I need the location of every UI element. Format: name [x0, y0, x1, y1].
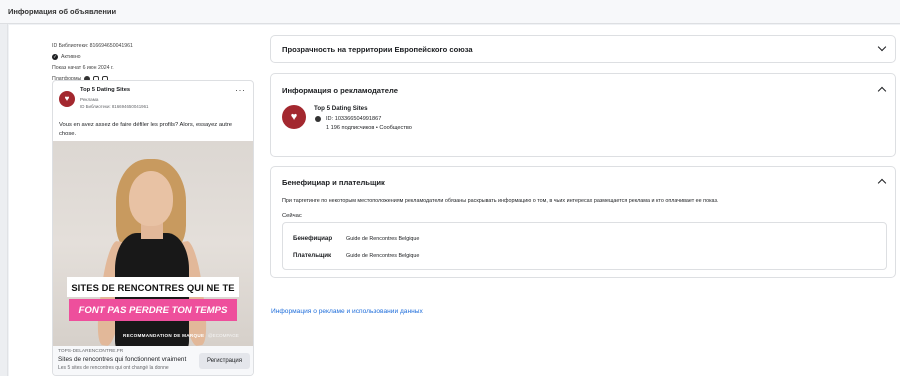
current-label: Сейчас [282, 213, 302, 219]
more-options-icon[interactable]: ··· [235, 85, 246, 95]
signup-button[interactable]: Регистрация [199, 353, 250, 369]
dialog-title: Информация об объявлении [8, 7, 117, 16]
payer-value: Guide de Rencontres Belgique [346, 253, 420, 259]
page-avatar[interactable]: ♥ [59, 91, 75, 107]
ad-headline[interactable]: Sites de rencontres qui fonctionnent vra… [58, 356, 186, 363]
beneficiary-payer-title[interactable]: Бенефициар и плательщик [282, 178, 385, 187]
advertiser-id: ID: 103366504991867 [326, 116, 382, 122]
ad-preview-card: ♥ Top 5 Dating Sites Реклама ID Библиоте… [52, 80, 254, 376]
chevron-up-icon[interactable] [877, 86, 887, 96]
eu-transparency-panel[interactable]: Прозрачность на территории Европейского … [270, 35, 896, 63]
ad-library-id: ID Библиотеки: 816694650041961 [80, 104, 149, 109]
beneficiary-details-box: Бенефициар Guide de Rencontres Belgique … [282, 222, 887, 270]
beneficiary-payer-panel: Бенефициар и плательщик При таргетинге п… [270, 166, 896, 278]
ad-description: Les 5 sites de rencontres qui ont changé… [58, 365, 169, 371]
start-date-text: Показ начат 6 июн 2024 г. [52, 64, 114, 71]
ad-creative-image: SITES DE RENCONTRES QUI NE TE FONT PAS P… [53, 141, 253, 346]
chevron-up-icon[interactable] [877, 178, 887, 188]
chevron-down-icon[interactable] [877, 42, 887, 52]
beneficiary-value: Guide de Rencontres Belgique [346, 236, 420, 242]
status-row: ✓ Активно [52, 51, 262, 62]
facebook-icon [315, 116, 321, 122]
page-name[interactable]: Top 5 Dating Sites [80, 87, 130, 93]
heart-logo-icon: ♥ [64, 94, 70, 103]
start-date: Показ начат 6 июн 2024 г. [52, 62, 262, 73]
ad-data-info-link[interactable]: Информация о рекламе и использовании дан… [271, 308, 423, 315]
advertiser-info-panel: Информация о рекламодателе ♥ Top 5 Datin… [270, 73, 896, 157]
creative-watermark: RECOMMANDATION DE MARQUE [123, 333, 205, 338]
status-text: Активно [61, 53, 81, 60]
ad-link-footer[interactable]: TOPS-DELARENCONTRE.FR Sites de rencontre… [53, 346, 253, 375]
advertiser-subscribers: 1 196 подписчиков • Сообщество [326, 125, 412, 131]
ad-domain: TOPS-DELARENCONTRE.FR [58, 349, 124, 354]
creative-banner-line1: SITES DE RENCONTRES QUI NE TE [67, 277, 239, 297]
beneficiary-label: Бенефициар [293, 235, 333, 242]
sponsored-label: Реклама [80, 97, 99, 102]
creative-watermark-handle: @ECOMPAGE [208, 333, 239, 338]
payer-label: Плательщик [293, 252, 332, 259]
beneficiary-note: При таргетинге по некоторым местоположен… [282, 198, 719, 204]
eu-transparency-title[interactable]: Прозрачность на территории Европейского … [282, 45, 473, 54]
check-icon: ✓ [52, 53, 58, 60]
library-id: ID Библиотеки: 816694650041961 [52, 40, 262, 51]
advertiser-avatar[interactable]: ♥ [282, 105, 306, 129]
advertiser-info-title[interactable]: Информация о рекламодателе [282, 86, 398, 95]
dialog-header: Информация об объявлении [0, 0, 900, 24]
heart-logo-icon: ♥ [290, 110, 298, 123]
advertiser-name[interactable]: Top 5 Dating Sites [314, 105, 368, 112]
model-face [129, 171, 173, 226]
library-id-text: ID Библиотеки: 816694650041961 [52, 42, 133, 49]
ad-meta: ID Библиотеки: 816694650041961 ✓ Активно… [52, 40, 262, 84]
ad-primary-text: Vous en avez assez de faire défiler les … [59, 122, 233, 137]
creative-banner-line2: FONT PAS PERDRE TON TEMPS [69, 299, 237, 321]
background-overlay [0, 24, 8, 376]
